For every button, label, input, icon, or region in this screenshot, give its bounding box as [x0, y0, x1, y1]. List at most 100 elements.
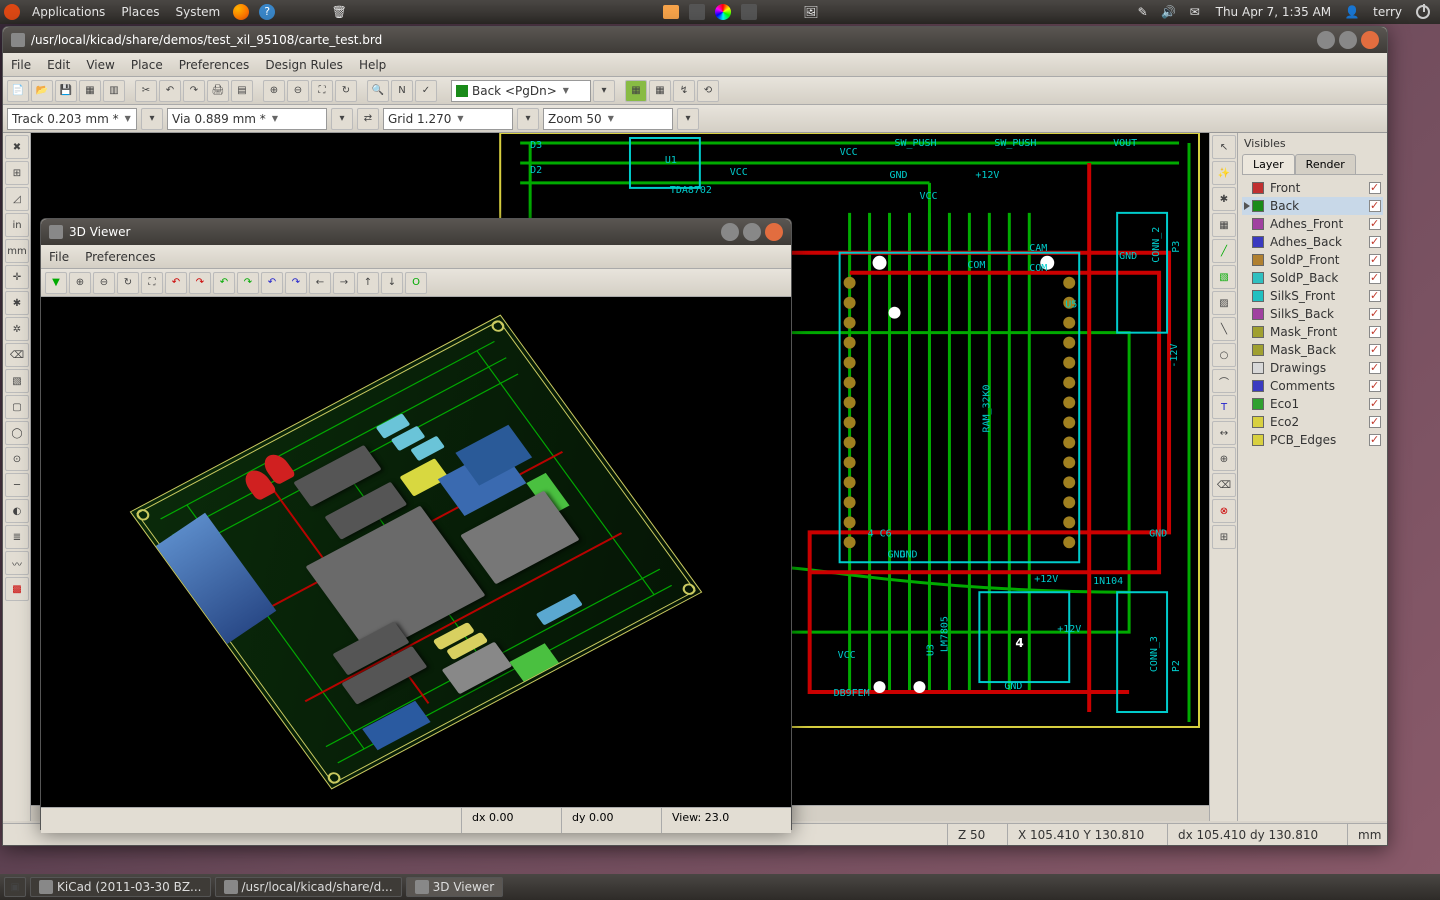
- firefox-icon[interactable]: [232, 3, 250, 21]
- 3d-titlebar[interactable]: 3D Viewer: [41, 219, 791, 245]
- grid-selector[interactable]: Grid 1.270▼: [383, 108, 513, 130]
- redo-button[interactable]: ↷: [183, 80, 205, 102]
- via-arrow[interactable]: ▾: [331, 108, 353, 130]
- circle-tool[interactable]: ○: [1212, 343, 1236, 367]
- menu-view[interactable]: View: [78, 58, 122, 72]
- units-in-icon[interactable]: in: [5, 213, 29, 237]
- layer-visible-checkbox[interactable]: [1369, 272, 1381, 284]
- page-button[interactable]: ▦: [79, 80, 101, 102]
- ratsnest-tool[interactable]: ✱: [1212, 187, 1236, 211]
- zone-tool[interactable]: ▧: [1212, 265, 1236, 289]
- zoom-selector[interactable]: Zoom 50▼: [543, 108, 673, 130]
- tab-layer[interactable]: Layer: [1242, 154, 1295, 174]
- 3d-ortho-button[interactable]: O: [405, 272, 427, 294]
- line-tool[interactable]: ╲: [1212, 317, 1236, 341]
- origin-tool[interactable]: ⊗: [1212, 499, 1236, 523]
- via-size-selector[interactable]: Via 0.889 mm *▼: [167, 108, 327, 130]
- menu-design-rules[interactable]: Design Rules: [257, 58, 351, 72]
- track-arrow[interactable]: ▾: [141, 108, 163, 130]
- layer-row-adhes_back[interactable]: Adhes_Back: [1242, 233, 1383, 251]
- print-button[interactable]: 🖨: [207, 80, 229, 102]
- menu-place[interactable]: Place: [123, 58, 171, 72]
- dimension-tool[interactable]: ↔: [1212, 421, 1236, 445]
- 3d-rot-x-pos[interactable]: ↷: [189, 272, 211, 294]
- 3d-pan-right[interactable]: →: [333, 272, 355, 294]
- mail-icon[interactable]: ✉: [1186, 3, 1204, 21]
- color-icon[interactable]: [714, 3, 732, 21]
- track-width-selector[interactable]: Track 0.203 mm *▼: [7, 108, 137, 130]
- save-button[interactable]: 💾: [55, 80, 77, 102]
- gnome-applications-menu[interactable]: Applications: [24, 5, 113, 19]
- tab-render[interactable]: Render: [1295, 154, 1356, 174]
- layer-visible-checkbox[interactable]: [1369, 218, 1381, 230]
- layer-row-silks_back[interactable]: SilkS_Back: [1242, 305, 1383, 323]
- zoom-redraw-button[interactable]: ↻: [335, 80, 357, 102]
- help-icon[interactable]: ?: [258, 3, 276, 21]
- polar-icon[interactable]: ◿: [5, 187, 29, 211]
- menu-file[interactable]: File: [3, 58, 39, 72]
- find-button[interactable]: 🔍: [367, 80, 389, 102]
- ubuntu-logo-icon[interactable]: [4, 4, 20, 20]
- layer-visible-checkbox[interactable]: [1369, 398, 1381, 410]
- files-icon[interactable]: [662, 3, 680, 21]
- user-menu[interactable]: terry: [1365, 5, 1410, 19]
- 3d-reload-button[interactable]: ▼: [45, 272, 67, 294]
- terminal-icon[interactable]: [740, 3, 758, 21]
- layer-row-mask_front[interactable]: Mask_Front: [1242, 323, 1383, 341]
- 3d-menu-preferences[interactable]: Preferences: [77, 250, 164, 264]
- layer-visible-checkbox[interactable]: [1369, 380, 1381, 392]
- module-tool[interactable]: ▦: [1212, 213, 1236, 237]
- taskbar-item[interactable]: /usr/local/kicad/share/d...: [215, 877, 402, 897]
- menu-help[interactable]: Help: [351, 58, 394, 72]
- autoroute-button[interactable]: ↯: [673, 80, 695, 102]
- zoom-in-button[interactable]: ⊕: [263, 80, 285, 102]
- units-mm-icon[interactable]: mm: [5, 239, 29, 263]
- via-show-icon[interactable]: ⊙: [5, 447, 29, 471]
- mode1-button[interactable]: ▦: [625, 80, 647, 102]
- layer-row-drawings[interactable]: Drawings: [1242, 359, 1383, 377]
- grid-icon[interactable]: ⊞: [5, 161, 29, 185]
- layer-visible-checkbox[interactable]: [1369, 236, 1381, 248]
- freeroute-button[interactable]: ⟲: [697, 80, 719, 102]
- grid-arrow[interactable]: ▾: [517, 108, 539, 130]
- user-icon[interactable]: 👤: [1343, 3, 1361, 21]
- 3d-maximize-button[interactable]: [743, 223, 761, 241]
- gnome-places-menu[interactable]: Places: [113, 5, 167, 19]
- module-button[interactable]: ▥: [103, 80, 125, 102]
- calculator-icon[interactable]: [688, 3, 706, 21]
- 3d-menu-file[interactable]: File: [41, 250, 77, 264]
- keepout-tool[interactable]: ▨: [1212, 291, 1236, 315]
- arc-tool[interactable]: ⌒: [1212, 369, 1236, 393]
- delete-tool[interactable]: ⌫: [1212, 473, 1236, 497]
- text-tool[interactable]: T: [1212, 395, 1236, 419]
- layer-visible-checkbox[interactable]: [1369, 416, 1381, 428]
- layer-row-pcb_edges[interactable]: PCB_Edges: [1242, 431, 1383, 449]
- 3d-copy-button[interactable]: ⊕: [69, 272, 91, 294]
- zone-outline-icon[interactable]: ▢: [5, 395, 29, 419]
- layer-row-back[interactable]: Back: [1242, 197, 1383, 215]
- main-titlebar[interactable]: /usr/local/kicad/share/demos/test_xil_95…: [3, 27, 1387, 53]
- autodelete-icon[interactable]: ⌫: [5, 343, 29, 367]
- track-show-icon[interactable]: ─: [5, 473, 29, 497]
- layer-visible-checkbox[interactable]: [1369, 344, 1381, 356]
- close-button[interactable]: [1361, 31, 1379, 49]
- layer-row-mask_back[interactable]: Mask_Back: [1242, 341, 1383, 359]
- layer-arrow[interactable]: ▾: [593, 80, 615, 102]
- layer-visible-checkbox[interactable]: [1369, 434, 1381, 446]
- layer-visible-checkbox[interactable]: [1369, 290, 1381, 302]
- zoom-arrow[interactable]: ▾: [677, 108, 699, 130]
- drc-off-icon[interactable]: ✖: [5, 135, 29, 159]
- layer-row-adhes_front[interactable]: Adhes_Front: [1242, 215, 1383, 233]
- volume-icon[interactable]: 🔊: [1160, 3, 1178, 21]
- layer-row-front[interactable]: Front: [1242, 179, 1383, 197]
- minimize-button[interactable]: [1317, 31, 1335, 49]
- layer-visible-checkbox[interactable]: [1369, 362, 1381, 374]
- gnome-system-menu[interactable]: System: [167, 5, 228, 19]
- ratsnest-mod-icon[interactable]: ✲: [5, 317, 29, 341]
- menu-edit[interactable]: Edit: [39, 58, 78, 72]
- zoom-out-button[interactable]: ⊖: [287, 80, 309, 102]
- zone-show-icon[interactable]: ▧: [5, 369, 29, 393]
- power-icon[interactable]: [1414, 3, 1432, 21]
- 3d-rot-y-pos[interactable]: ↷: [237, 272, 259, 294]
- auto-track-button[interactable]: ⇄: [357, 108, 379, 130]
